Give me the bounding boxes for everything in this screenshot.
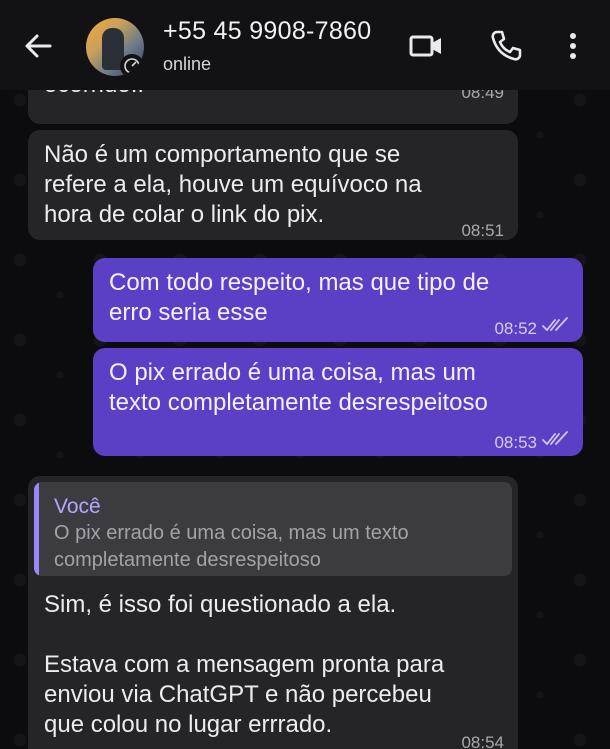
read-receipt-icon [542, 431, 568, 446]
message-time: 08:54 [461, 733, 504, 749]
message-text: O pix errado é uma coisa, mas um texto c… [109, 359, 488, 416]
status-ring-icon [120, 54, 144, 76]
message-bubble-incoming[interactable]: ocorrido.. 08:49 [28, 90, 518, 124]
message-text: Sim, é isso foi questionado a ela. Estav… [44, 591, 445, 738]
message-text: Não é um comportamento que se refere a e… [44, 141, 422, 228]
chat-header: +55 45 9908-7860 online [0, 0, 610, 90]
contact-status: online [163, 54, 212, 74]
read-receipt-icon [542, 317, 568, 332]
message-text: ocorrido.. [44, 90, 504, 100]
contact-avatar[interactable] [86, 18, 144, 76]
quoted-message[interactable]: Você O pix errado é uma coisa, mas um te… [34, 482, 512, 576]
more-options-icon[interactable] [556, 28, 590, 64]
message-bubble-outgoing[interactable]: O pix errado é uma coisa, mas um texto c… [93, 348, 583, 456]
message-time: 08:51 [461, 221, 504, 240]
message-list[interactable]: ocorrido.. 08:49 Não é um comportamento … [0, 90, 610, 749]
back-arrow-icon[interactable] [20, 28, 56, 64]
quote-accent-bar [34, 482, 39, 576]
contact-name[interactable]: +55 45 9908-7860 [163, 17, 371, 46]
message-time: 08:53 [494, 433, 537, 452]
message-bubble-incoming[interactable]: Você O pix errado é uma coisa, mas um te… [28, 476, 518, 749]
video-call-icon[interactable] [408, 28, 444, 64]
message-time: 08:52 [494, 319, 537, 338]
quote-text: O pix errado é uma coisa, mas um texto c… [54, 522, 409, 571]
quote-author: Você [54, 495, 101, 518]
message-time: 08:49 [461, 90, 504, 102]
message-bubble-incoming[interactable]: Não é um comportamento que se refere a e… [28, 130, 518, 240]
message-bubble-outgoing[interactable]: Com todo respeito, mas que tipo de erro … [93, 258, 583, 342]
voice-call-icon[interactable] [488, 28, 524, 64]
